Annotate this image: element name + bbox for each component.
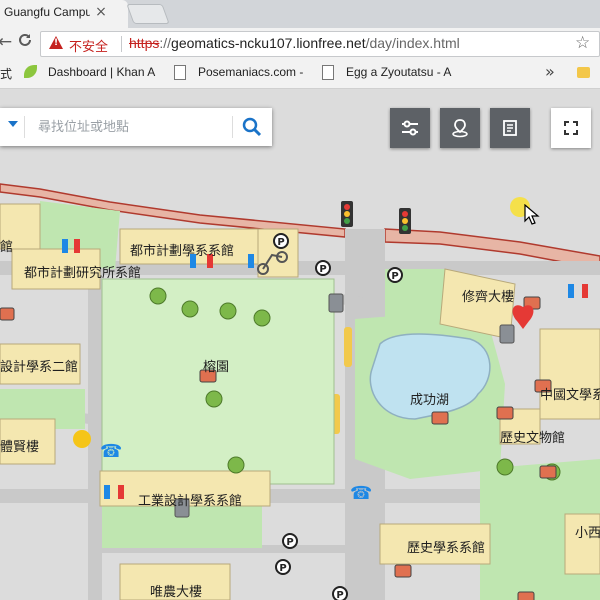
map-label: 榕園 — [203, 360, 230, 375]
url-scheme: https — [129, 35, 160, 51]
search-button[interactable] — [238, 114, 266, 140]
phone-icon: ☎ — [100, 441, 122, 462]
svg-text:P: P — [336, 590, 343, 600]
parking-icon: P — [273, 233, 289, 249]
url-text[interactable]: https://geomatics-ncku107.lionfree.net/d… — [129, 35, 460, 51]
map-viewport[interactable]: P P P P P P ☎ ☎ 館 都市計劃學系系館 都市計劃研究所系館 設計學… — [0, 89, 600, 600]
parking-icon: P — [275, 559, 291, 575]
traffic-light-icon — [399, 208, 411, 234]
crosswalk — [344, 327, 352, 367]
map-label: 成功湖 — [410, 393, 450, 408]
tree-icon — [227, 456, 245, 474]
warning-icon — [49, 36, 63, 49]
bookmark-star-icon[interactable]: ☆ — [575, 33, 590, 53]
bookmarks-bar: 式 Dashboard | Khan A Posemaniacs.com - E… — [0, 58, 600, 89]
layers-toggle-button[interactable] — [390, 108, 430, 148]
new-tab-button[interactable] — [126, 4, 170, 24]
camera-icon — [0, 307, 15, 321]
building — [539, 328, 600, 420]
svg-text:P: P — [277, 237, 284, 248]
tree-icon — [253, 309, 271, 327]
address-bar[interactable]: 不安全 https://geomatics-ncku107.lionfree.n… — [40, 31, 600, 57]
svg-text:P: P — [319, 264, 326, 275]
notes-icon — [503, 120, 517, 136]
bookmark-item[interactable]: Dashboard | Khan A — [48, 65, 155, 79]
tab-title: Guangfu Campus — [4, 5, 90, 19]
tree-icon — [149, 287, 167, 305]
camera-icon — [394, 564, 412, 578]
page-icon — [174, 65, 186, 80]
map-label: 都市計劃學系系館 — [130, 244, 235, 259]
map-label: 館 — [0, 240, 14, 255]
trash-icon — [499, 324, 515, 344]
search-icon — [242, 117, 262, 137]
folder-icon[interactable] — [577, 67, 590, 78]
map-label: 都市計劃研究所系館 — [24, 266, 142, 281]
browser-toolbar: ← 不安全 https://geomatics-ncku107.lionfree… — [0, 28, 600, 58]
camera-icon — [496, 406, 514, 420]
marker-dot — [73, 430, 91, 448]
campus-map[interactable]: P P P P P P ☎ ☎ — [0, 89, 600, 600]
tree-icon — [181, 300, 199, 318]
mouse-cursor-icon — [524, 204, 540, 225]
sliders-icon — [402, 120, 418, 136]
map-label: 小西 — [575, 526, 600, 541]
parking-icon: P — [315, 260, 331, 276]
bookmark-item[interactable]: Posemaniacs.com - — [198, 65, 303, 79]
divider — [24, 116, 25, 138]
parking-icon: P — [282, 533, 298, 549]
map-label: 體賢樓 — [0, 440, 40, 455]
locate-button[interactable] — [440, 108, 480, 148]
map-label: 歷史文物館 — [500, 431, 566, 446]
trash-icon — [328, 293, 344, 313]
map-label: 工業設計學系系館 — [138, 494, 243, 509]
url-path: /day/index.html — [365, 35, 460, 51]
close-tab-icon[interactable]: × — [94, 4, 108, 20]
bookmarks-more-icon[interactable]: » — [545, 62, 555, 81]
fullscreen-button[interactable] — [551, 108, 591, 148]
omnibox-divider — [121, 36, 122, 52]
parking-icon: P — [387, 267, 403, 283]
tree-icon — [496, 458, 514, 476]
location-pin-icon — [452, 119, 468, 138]
svg-text:P: P — [391, 271, 398, 282]
fullscreen-icon — [564, 121, 578, 135]
url-host: geomatics-ncku107.lionfree.net — [171, 35, 366, 51]
traffic-light-icon — [341, 201, 353, 227]
notes-button[interactable] — [490, 108, 530, 148]
restroom-icon — [248, 254, 254, 268]
map-label: 設計學系二館 — [0, 360, 79, 375]
svg-text:P: P — [286, 537, 293, 548]
bookmark-item[interactable]: Egg a Zyoutatsu - A — [346, 65, 451, 79]
map-label: 中國文學系 — [540, 388, 600, 403]
jingyuan-lawn — [101, 278, 335, 485]
search-input[interactable] — [36, 115, 230, 139]
browser-tab[interactable]: Guangfu Campus × — [0, 0, 128, 28]
map-label: 歷史學系系館 — [407, 541, 486, 556]
page-icon — [322, 65, 334, 80]
bookmark-item[interactable]: 式 — [0, 65, 12, 82]
map-label: 唯農大樓 — [150, 585, 203, 600]
camera-icon — [539, 465, 557, 479]
divider — [232, 116, 233, 138]
phone-icon: ☎ — [350, 483, 372, 504]
camera-icon — [517, 591, 535, 600]
map-label: 修齊大樓 — [462, 290, 515, 305]
parking-icon: P — [332, 586, 348, 600]
chevron-down-icon[interactable] — [8, 121, 18, 127]
map-search-bar — [0, 108, 272, 146]
svg-text:P: P — [279, 563, 286, 574]
khan-academy-icon — [24, 65, 37, 78]
camera-icon — [431, 411, 449, 425]
reload-icon[interactable] — [14, 32, 36, 53]
tree-icon — [205, 390, 223, 408]
tree-icon — [219, 302, 237, 320]
url-separator: :// — [159, 35, 172, 51]
security-label[interactable]: 不安全 — [69, 36, 108, 55]
tab-strip: Guangfu Campus × — [0, 0, 600, 28]
